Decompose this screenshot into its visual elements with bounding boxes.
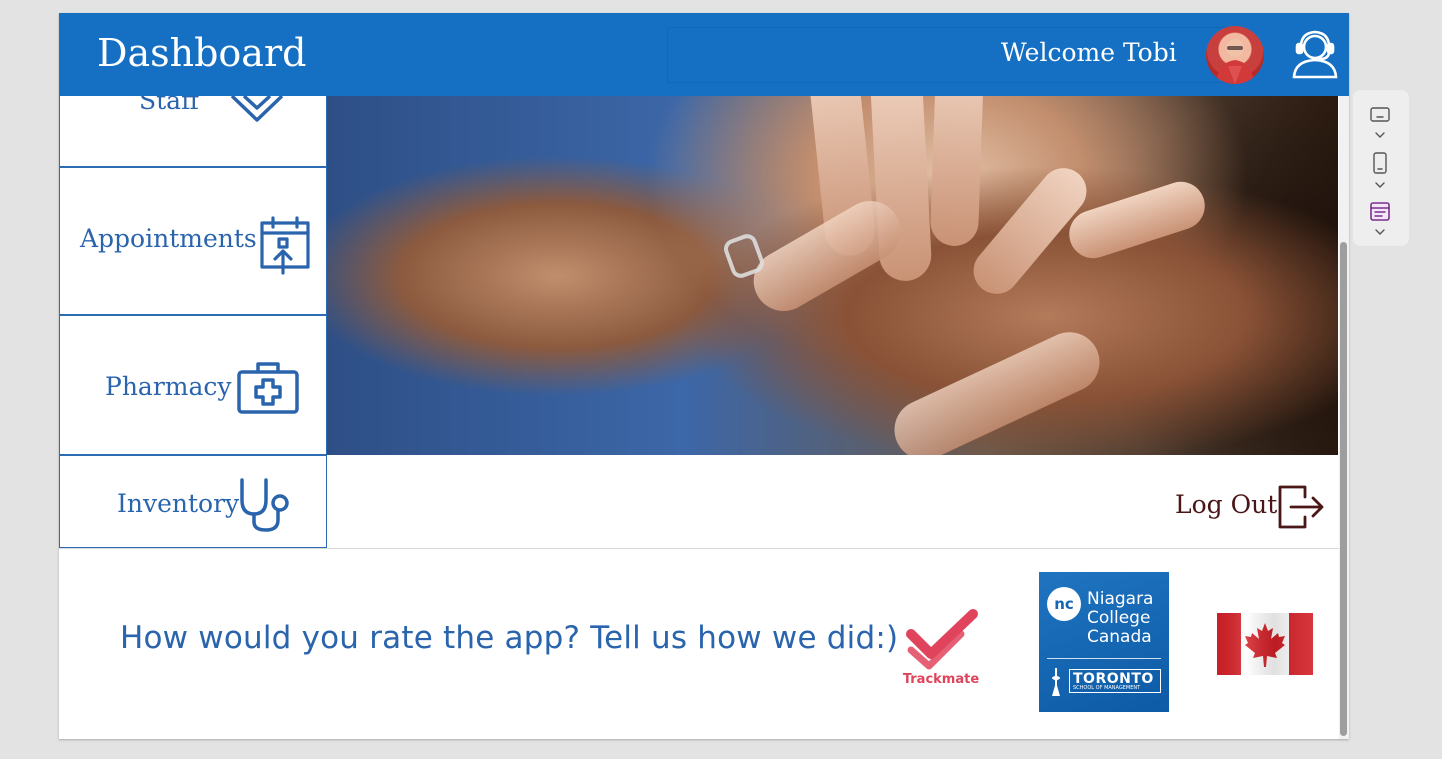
scrollbar-thumb[interactable] xyxy=(1340,242,1347,736)
toronto-campus-box: TORONTO SCHOOL OF MANAGEMENT xyxy=(1069,669,1161,693)
logout-label: Log Out xyxy=(1175,490,1278,519)
niagara-line1: Niagara xyxy=(1087,589,1154,609)
form-view-icon[interactable] xyxy=(1369,202,1391,242)
trackmate-logo: Trackmate xyxy=(901,606,981,688)
menu-label-inventory: Inventory xyxy=(117,489,240,518)
menu-label-appointments: Appointments xyxy=(80,224,257,253)
calendar-upload-icon xyxy=(260,216,310,275)
logo-rule xyxy=(1047,658,1161,659)
welcome-text: Welcome Tobi xyxy=(1001,38,1177,67)
device-preview-panel xyxy=(1353,90,1409,246)
medical-kit-icon xyxy=(237,362,299,414)
cn-tower-icon xyxy=(1052,668,1060,696)
menu-tile-appointments[interactable]: Appointments xyxy=(59,167,327,315)
logout-icon xyxy=(1278,485,1324,529)
footer-divider xyxy=(59,548,1339,549)
header-bar: Dashboard Welcome Tobi xyxy=(59,13,1349,96)
vertical-scrollbar[interactable] xyxy=(1339,96,1349,739)
niagara-line2: College xyxy=(1087,608,1151,628)
menu-tile-inventory[interactable]: Inventory xyxy=(59,455,327,548)
niagara-college-logo: nc Niagara College Canada TORONTO SCHOOL… xyxy=(1039,572,1169,712)
app-canvas: Dashboard Welcome Tobi Staff Appointment… xyxy=(59,13,1349,739)
logout-button[interactable]: Log Out xyxy=(1175,485,1325,531)
phone-view-icon[interactable] xyxy=(1369,152,1391,192)
menu-tile-pharmacy[interactable]: Pharmacy xyxy=(59,315,327,455)
stethoscope-icon xyxy=(240,478,289,532)
hero-image xyxy=(327,96,1338,455)
toronto-sublabel: SCHOOL OF MANAGEMENT xyxy=(1073,685,1141,691)
trackmate-label: Trackmate xyxy=(902,672,980,687)
menu-label-pharmacy: Pharmacy xyxy=(105,372,232,401)
nc-badge: nc xyxy=(1047,587,1081,621)
rate-app-prompt[interactable]: How would you rate the app? Tell us how … xyxy=(120,620,898,656)
support-agent-icon[interactable] xyxy=(1291,27,1339,79)
niagara-line3: Canada xyxy=(1087,627,1152,647)
page-title: Dashboard xyxy=(97,31,307,75)
desktop-view-icon[interactable] xyxy=(1369,106,1391,140)
avatar[interactable] xyxy=(1206,26,1264,84)
canada-flag-icon xyxy=(1217,613,1313,675)
